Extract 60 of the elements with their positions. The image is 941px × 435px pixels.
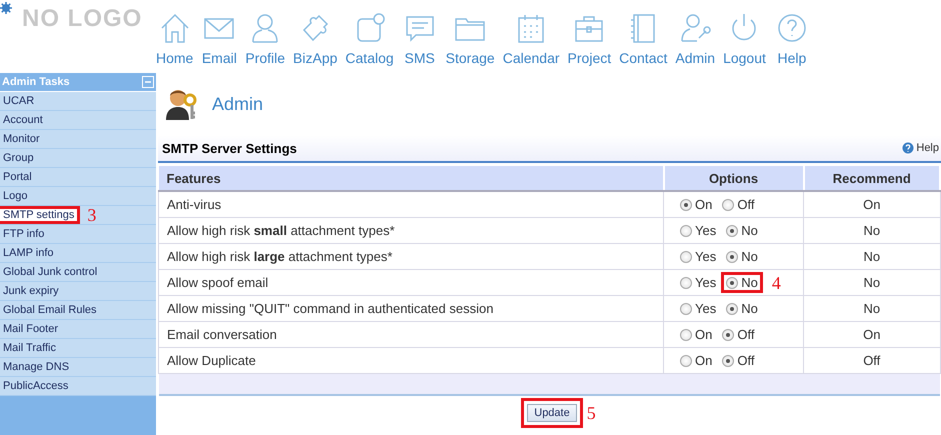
sidebar-item[interactable]: Group	[0, 152, 37, 164]
column-header: Options	[664, 166, 804, 191]
radio-option[interactable]: Yes	[678, 223, 718, 238]
radio-option[interactable]: On	[678, 197, 714, 212]
sidebar-item[interactable]: Account	[0, 114, 46, 126]
star-icon	[0, 2, 12, 14]
radio-option[interactable]: Yes	[678, 275, 718, 290]
table-cell: Allow high risk small attachment types*	[158, 218, 664, 244]
nav-link[interactable]: Storage	[442, 10, 499, 66]
sidebar-item[interactable]: UCAR	[0, 95, 38, 107]
collapse-icon[interactable]	[142, 76, 154, 88]
table-cell: No	[804, 270, 940, 296]
nav-link[interactable]: Profile	[241, 10, 290, 66]
help-icon	[902, 142, 914, 154]
table-cell: Email conversation	[158, 322, 664, 348]
radio-option[interactable]: Yes	[678, 249, 718, 264]
sidebar-title: Admin Tasks	[2, 76, 70, 88]
nav-link[interactable]: BizApp	[289, 10, 342, 66]
radio-option[interactable]: Off	[720, 197, 756, 212]
nav-link[interactable]: Contact	[615, 10, 672, 66]
radio-option[interactable]: Off	[720, 327, 756, 342]
nav-link[interactable]: Calendar	[498, 10, 564, 66]
table-cell: No	[804, 244, 940, 270]
help-link[interactable]: Help	[902, 142, 939, 154]
nav-link[interactable]: Admin	[671, 10, 720, 66]
radio-option[interactable]: No	[724, 301, 760, 316]
nav-link[interactable]: Logout	[719, 10, 770, 66]
radio-option[interactable]: Yes	[678, 301, 718, 316]
radio-option[interactable]: No	[724, 223, 760, 238]
table-cell: Anti-virus	[158, 191, 664, 218]
nav-link[interactable]: Project	[564, 10, 616, 66]
table-cell: Allow missing "QUIT" command in authenticated session	[158, 296, 664, 322]
callout-number: 3	[87, 206, 96, 224]
table-cell: On	[804, 191, 940, 218]
callout-number: 5	[586, 404, 596, 422]
table-cell: Allow spoof email	[158, 270, 664, 296]
table-cell: On	[804, 322, 940, 348]
nav-link[interactable]: Help	[770, 10, 814, 66]
sidebar-item[interactable]: SMTP settings	[0, 209, 78, 221]
callout-number: 4	[772, 274, 781, 292]
nav-link[interactable]: Home	[152, 10, 198, 66]
radio-option[interactable]: No	[724, 275, 760, 290]
radio-option[interactable]: On	[678, 353, 714, 368]
section-title: SMTP Server Settings	[162, 140, 297, 156]
radio-option[interactable]: No	[724, 249, 760, 264]
nav-link[interactable]: SMS	[398, 10, 442, 66]
sidebar-item[interactable]: FTP info	[0, 228, 48, 240]
nav-link[interactable]: Email	[197, 10, 242, 66]
sidebar-item[interactable]: Logo	[0, 190, 30, 202]
table-cell: No	[804, 218, 940, 244]
table-cell: Allow high risk large attachment types*	[158, 244, 664, 270]
radio-option[interactable]: On	[678, 327, 714, 342]
nav-link[interactable]: Catalog	[341, 10, 398, 66]
sidebar-item[interactable]: Portal	[0, 171, 35, 183]
radio-option[interactable]: Off	[720, 353, 756, 368]
sidebar-item[interactable]: Monitor	[0, 133, 43, 145]
column-header: Features	[158, 166, 664, 191]
page-title: Admin	[212, 94, 264, 114]
table-cell: No	[804, 296, 940, 322]
column-header: Recommend	[804, 166, 940, 191]
